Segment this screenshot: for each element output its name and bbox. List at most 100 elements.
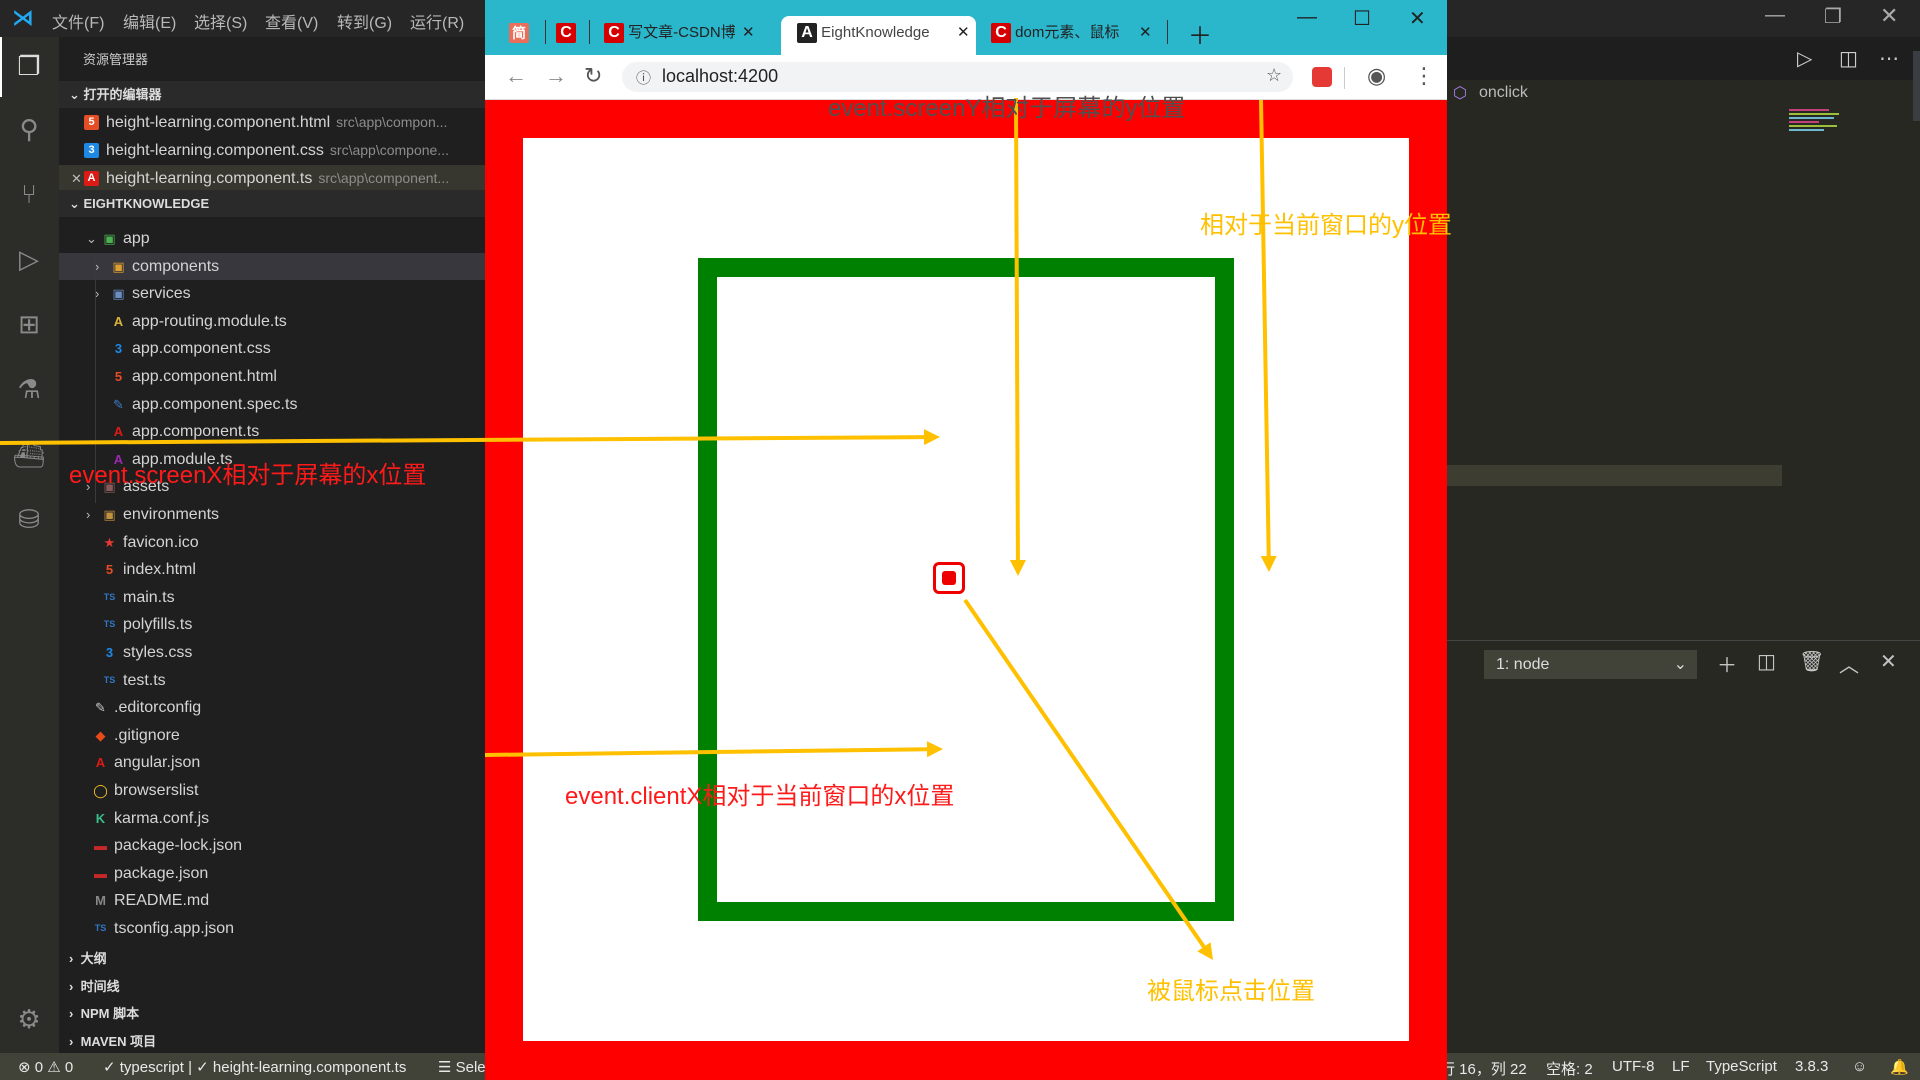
tree-file[interactable]: ◯ browserslist <box>59 777 485 804</box>
menu-view[interactable]: 查看(V) <box>265 9 318 33</box>
tree-file[interactable]: ◆ .gitignore <box>59 722 485 749</box>
close-tab-icon[interactable]: ✕ <box>957 16 970 50</box>
minimize-icon[interactable]: — <box>1297 6 1317 29</box>
search-icon[interactable]: ⚲ <box>12 112 46 146</box>
notifications-bell-icon[interactable]: 🔔 <box>1890 1058 1909 1076</box>
restore-icon[interactable]: ❐ <box>1824 4 1842 29</box>
section-project[interactable]: ⌄ EIGHTKNOWLEDGE <box>59 190 485 217</box>
info-icon[interactable]: ⓘ <box>636 67 651 88</box>
feedback-icon[interactable]: ☺ <box>1852 1058 1867 1075</box>
green-box[interactable] <box>698 258 1234 921</box>
encoding[interactable]: UTF-8 <box>1612 1058 1655 1075</box>
tree-file[interactable]: Aapp.component.ts <box>59 418 485 445</box>
split-terminal-icon[interactable]: ◫ <box>1757 649 1776 674</box>
scrollbar-thumb[interactable] <box>1913 51 1920 121</box>
tree-file[interactable]: ✎ .editorconfig <box>59 694 485 721</box>
terminal-select[interactable]: 1: node ⌄ <box>1484 650 1697 679</box>
back-icon[interactable]: ← <box>505 63 527 89</box>
collapsed-section[interactable]: › 时间线 <box>59 973 485 1000</box>
docker-icon[interactable]: ⛴ <box>12 437 46 471</box>
open-editor-item[interactable]: ✕ Aheight-learning.component.ts src\app\co… <box>59 165 485 192</box>
browser-tab[interactable]: C 写文章-CSDN博 ✕ <box>604 16 764 55</box>
indentation[interactable]: 空格: 2 <box>1546 1058 1593 1079</box>
tree-file[interactable]: ▬ package-lock.json <box>59 832 485 859</box>
testing-icon[interactable]: ⚗ <box>12 372 46 406</box>
database-icon[interactable]: ⛁ <box>12 502 46 536</box>
tree-file[interactable]: TS polyfills.ts <box>59 611 485 638</box>
tree-folder[interactable]: › ▣ services <box>59 280 485 307</box>
section-open-editors[interactable]: ⌄ 打开的编辑器 <box>59 81 485 108</box>
collapsed-section[interactable]: › 大纲 <box>59 945 485 972</box>
trash-icon[interactable]: 🗑 <box>1799 649 1824 674</box>
close-editor-icon[interactable]: ✕ <box>71 165 82 192</box>
extension-icon[interactable] <box>1312 67 1332 87</box>
pinned-tab-jianshu[interactable]: 简 <box>509 16 529 55</box>
breadcrumb-symbol[interactable]: onclick <box>1479 84 1528 102</box>
tree-file[interactable]: ▬ package.json <box>59 860 485 887</box>
menu-edit[interactable]: 编辑(E) <box>123 9 176 33</box>
extensions-icon[interactable]: ⊞ <box>12 307 46 341</box>
minimize-icon[interactable]: — <box>1765 4 1785 27</box>
tree-file[interactable]: TS main.ts <box>59 584 485 611</box>
close-window-icon[interactable]: ✕ <box>1409 6 1426 31</box>
close-window-icon[interactable]: ✕ <box>1880 3 1898 29</box>
tree-folder[interactable]: ⌄ ▣ app <box>59 225 485 252</box>
maximize-panel-icon[interactable]: ︿ <box>1839 649 1859 678</box>
tree-file[interactable]: 5 index.html <box>59 556 485 583</box>
browser-menu-icon[interactable]: ⋮ <box>1413 63 1435 89</box>
close-tab-icon[interactable]: ✕ <box>1139 16 1152 50</box>
lint-status[interactable]: ✓ typescript | ✓ height-learning.compone… <box>103 1058 406 1076</box>
menu-file[interactable]: 文件(F) <box>52 9 104 33</box>
menu-run[interactable]: 运行(R) <box>410 9 464 33</box>
maximize-icon[interactable]: ☐ <box>1353 6 1371 31</box>
tree-file[interactable]: M README.md <box>59 887 485 914</box>
selection-status[interactable]: ☰ Sele <box>438 1058 486 1076</box>
settings-gear-icon[interactable]: ⚙ <box>12 1002 46 1036</box>
tree-folder[interactable]: › ▣ assets <box>59 473 485 500</box>
tree-file[interactable]: 5 app.component.html <box>59 363 485 390</box>
tree-file[interactable]: TS test.ts <box>59 667 485 694</box>
tree-file[interactable]: Kkarma.conf.js <box>59 805 485 832</box>
tree-file[interactable]: Aapp-routing.module.ts <box>59 308 485 335</box>
explorer-icon[interactable]: ❐ <box>12 49 46 83</box>
language-mode[interactable]: TypeScript <box>1706 1058 1777 1075</box>
run-icon[interactable]: ▷ <box>1797 46 1812 71</box>
tree-file[interactable]: ✎ app.component.spec.ts <box>59 391 485 418</box>
open-editor-item[interactable]: 3 height-learning.component.css src\app\co… <box>59 137 485 164</box>
tree-file[interactable]: 3 app.component.css <box>59 335 485 362</box>
pinned-tab-csdn[interactable]: C <box>556 16 576 55</box>
tree-folder[interactable]: › ▣ components <box>59 252 485 280</box>
collapsed-section[interactable]: › MAVEN 项目 <box>59 1028 485 1055</box>
new-terminal-icon[interactable]: ＋ <box>1717 649 1737 678</box>
collapsed-section[interactable]: › NPM 脚本 <box>59 1000 485 1027</box>
tree-file[interactable]: 3 styles.css <box>59 639 485 666</box>
browser-tab-active[interactable]: A EightKnowledge ✕ <box>781 16 976 55</box>
url-field[interactable]: ⓘ localhost:4200 ☆ <box>622 62 1293 92</box>
tree-file[interactable]: TS tsconfig.app.json <box>59 915 485 942</box>
tree-file[interactable]: Aapp.module.ts <box>59 446 485 473</box>
ts-version[interactable]: 3.8.3 <box>1795 1058 1828 1075</box>
profile-avatar-icon[interactable]: ◉ <box>1367 63 1386 89</box>
browser-tab[interactable]: C dom元素、鼠标 ✕ <box>991 16 1152 55</box>
line-ending[interactable]: LF <box>1672 1058 1690 1075</box>
menu-selection[interactable]: 选择(S) <box>194 9 247 33</box>
run-debug-icon[interactable]: ▷ <box>12 242 46 276</box>
more-actions-icon[interactable]: ⋯ <box>1879 46 1899 71</box>
bookmark-star-icon[interactable]: ☆ <box>1266 65 1282 86</box>
tree-folder[interactable]: › ▣ environments <box>59 501 485 528</box>
forward-icon[interactable]: → <box>545 63 567 89</box>
menu-go[interactable]: 转到(G) <box>337 9 392 33</box>
cursor-position[interactable]: 行 16，列 22 <box>1440 1058 1527 1079</box>
problems-indicator[interactable]: ⊗ 0 ⚠ 0 <box>18 1058 73 1076</box>
tree-file[interactable]: ★ favicon.ico <box>59 529 485 556</box>
open-editor-item[interactable]: 5 height-learning.component.html src\app\c… <box>59 109 485 136</box>
tree-file[interactable]: Aangular.json <box>59 749 485 776</box>
minimap[interactable] <box>1789 107 1849 157</box>
split-editor-icon[interactable]: ◫ <box>1839 46 1858 71</box>
close-tab-icon[interactable]: ✕ <box>742 16 755 50</box>
close-panel-icon[interactable]: ✕ <box>1880 649 1897 674</box>
reload-icon[interactable]: ↻ <box>584 63 602 89</box>
page-viewport[interactable] <box>485 100 1447 1080</box>
source-control-icon[interactable]: ⑂ <box>12 177 46 211</box>
new-tab-icon[interactable]: ＋ <box>1188 16 1212 51</box>
